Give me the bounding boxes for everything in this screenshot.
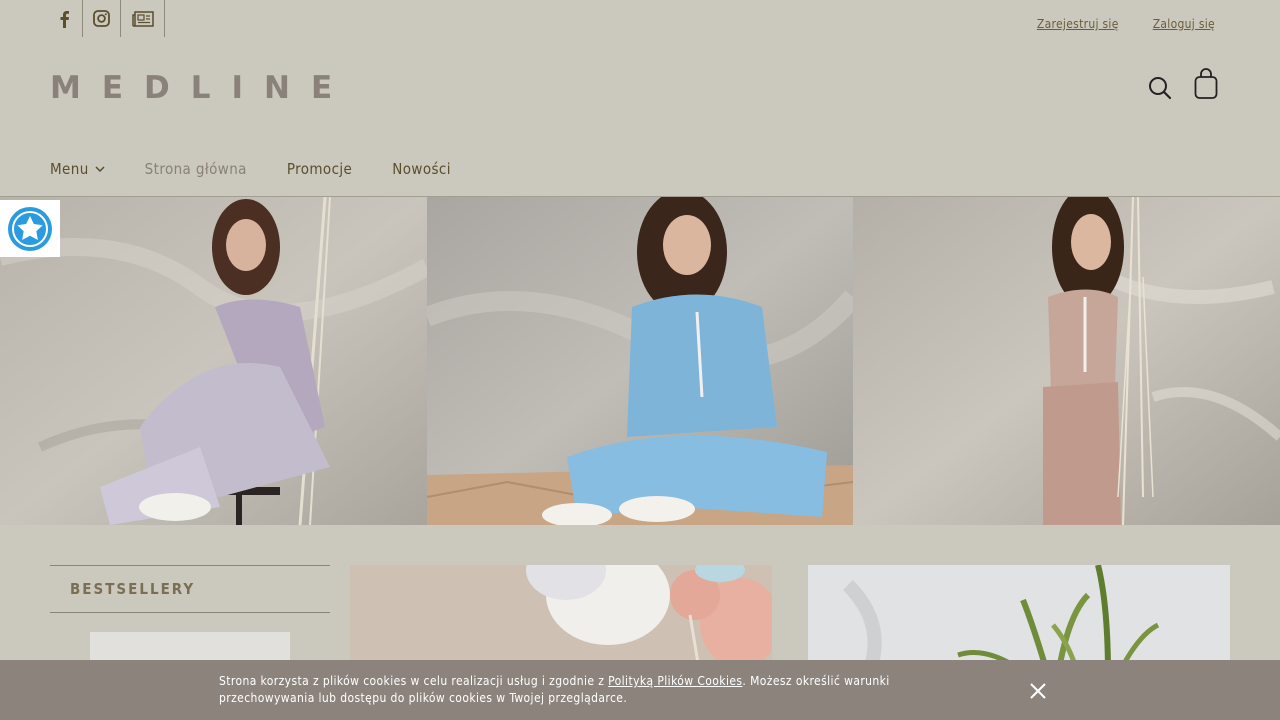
facebook-icon: [60, 10, 69, 28]
bestsellers-title: BESTSELLERY: [70, 580, 196, 598]
social-bar: [46, 0, 165, 37]
hero-image-pink: [853, 197, 1280, 525]
hero-image-blue: [427, 197, 853, 525]
promo-tile-balloons[interactable]: [350, 565, 772, 675]
search-button[interactable]: [1148, 76, 1172, 105]
cart-button[interactable]: [1194, 68, 1218, 105]
login-link[interactable]: Zaloguj się: [1153, 17, 1215, 31]
account-links: Zarejestruj się Zaloguj się: [1037, 17, 1215, 31]
cookie-banner: Strona korzysta z plików cookies w celu …: [0, 660, 1280, 720]
instagram-link[interactable]: [83, 0, 121, 37]
nav-new[interactable]: Nowości: [392, 160, 451, 178]
cookie-policy-link[interactable]: Polityką Plików Cookies: [608, 674, 742, 688]
hero-banner[interactable]: [0, 197, 1280, 525]
hero-image-lavender: [0, 197, 427, 525]
nav-promotions[interactable]: Promocje: [287, 160, 352, 178]
newsletter-icon: [131, 10, 154, 27]
star-badge-icon: [8, 206, 52, 251]
bestsellers-header: BESTSELLERY: [50, 565, 330, 613]
chevron-down-icon: [95, 166, 105, 172]
cookie-text: Strona korzysta z plików cookies w celu …: [219, 673, 979, 707]
cookie-close-button[interactable]: [1028, 681, 1048, 701]
instagram-icon: [93, 10, 110, 27]
nav-home[interactable]: Strona główna: [145, 160, 247, 178]
close-icon: [1030, 683, 1046, 699]
newsletter-link[interactable]: [121, 0, 165, 37]
nav-menu-label: Menu: [50, 160, 89, 178]
reviews-badge[interactable]: [0, 200, 60, 257]
nav-menu[interactable]: Menu: [50, 160, 105, 178]
promo-tile-plant[interactable]: [808, 565, 1230, 675]
site-logo[interactable]: MEDLINE: [50, 70, 353, 106]
cookie-text-before: Strona korzysta z plików cookies w celu …: [219, 674, 609, 688]
search-icon: [1149, 76, 1172, 99]
register-link[interactable]: Zarejestruj się: [1037, 17, 1119, 31]
facebook-link[interactable]: [46, 0, 83, 37]
main-nav: Menu Strona główna Promocje Nowości: [50, 160, 451, 178]
header-icons: [1148, 68, 1218, 105]
cart-bag-icon: [1194, 68, 1218, 99]
